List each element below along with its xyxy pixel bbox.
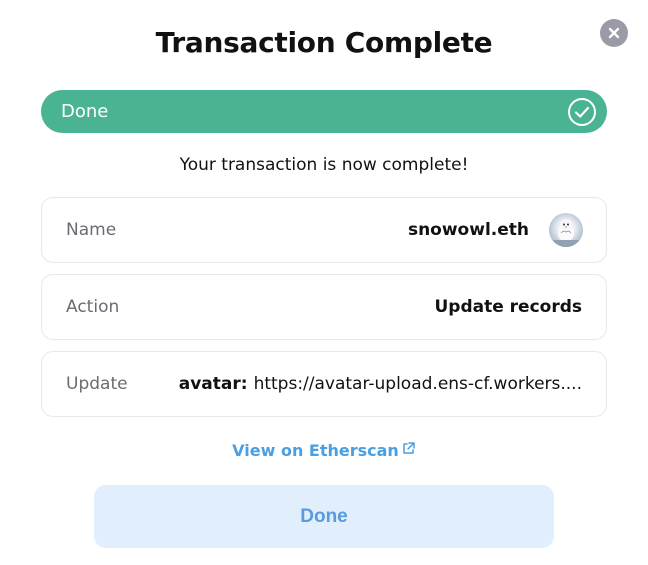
- detail-row-name: Name snowowl.eth: [41, 197, 607, 263]
- modal-title: Transaction Complete: [155, 26, 493, 59]
- action-value: Update records: [434, 297, 582, 317]
- status-bar: Done: [41, 90, 607, 133]
- status-message: Your transaction is now complete!: [179, 155, 469, 175]
- detail-row-update: Update avatar: https://avatar-upload.ens…: [41, 351, 607, 417]
- status-label: Done: [61, 101, 109, 122]
- done-button[interactable]: Done: [94, 485, 554, 548]
- transaction-modal: Transaction Complete Done Your transacti…: [0, 0, 648, 565]
- etherscan-link-label: View on Etherscan: [232, 441, 399, 460]
- view-on-etherscan-link[interactable]: View on Etherscan: [0, 440, 648, 460]
- name-value: snowowl.eth: [407, 220, 529, 240]
- update-value: https://avatar-upload.ens-cf.workers....: [253, 374, 582, 394]
- external-link-icon: [401, 441, 416, 460]
- name-label: Name: [66, 220, 117, 240]
- update-label: Update: [66, 374, 128, 394]
- update-key: avatar:: [178, 374, 248, 394]
- update-value-group: avatar: https://avatar-upload.ens-cf.wor…: [179, 374, 582, 394]
- name-value-group: snowowl.eth: [407, 213, 583, 247]
- owl-avatar-icon: [549, 213, 583, 247]
- action-label: Action: [66, 297, 120, 317]
- detail-row-action: Action Update records: [41, 274, 607, 340]
- check-circle-icon: [567, 97, 597, 127]
